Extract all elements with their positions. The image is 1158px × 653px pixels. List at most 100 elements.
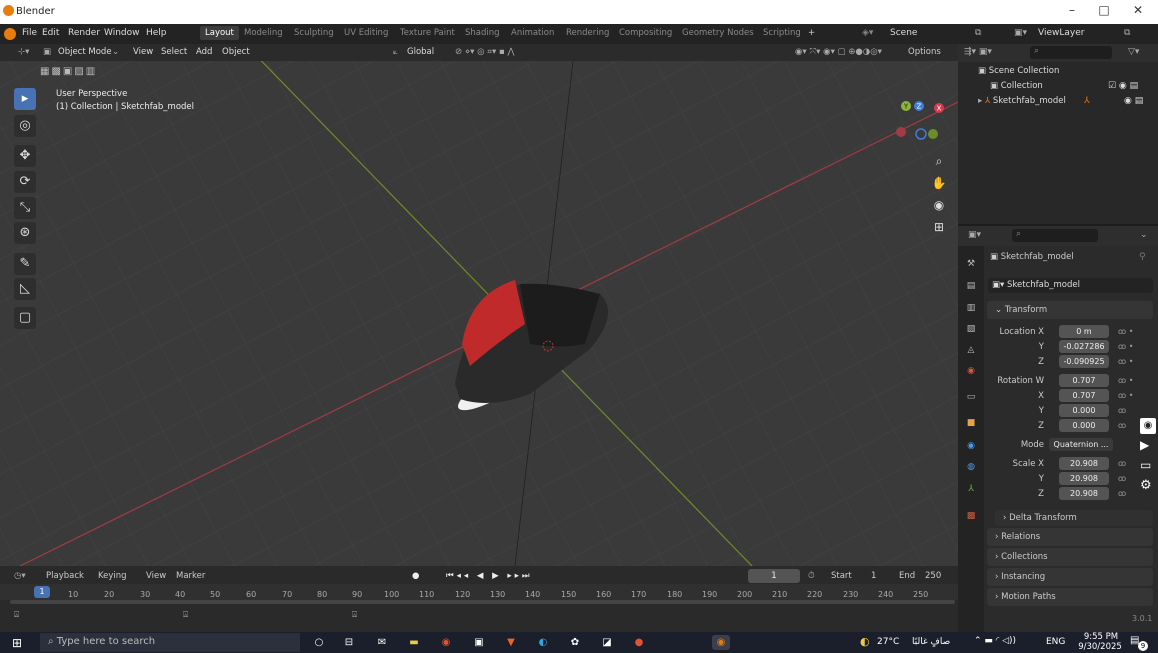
transform-section-header[interactable]: ⌄ Transform: [987, 301, 1153, 319]
tab-geometry-nodes[interactable]: Geometry Nodes: [682, 28, 754, 38]
menu-help[interactable]: Help: [146, 28, 167, 38]
menu-timeline-view[interactable]: View: [146, 571, 166, 581]
camera-icon[interactable]: ◉: [1140, 418, 1156, 434]
blender-menu-icon[interactable]: [4, 28, 16, 40]
zoom-icon[interactable]: ⌕: [929, 151, 949, 171]
language-indicator[interactable]: ENG: [1046, 637, 1065, 647]
rotation-y-field[interactable]: 0.000: [1059, 404, 1109, 417]
scene-name[interactable]: Scene: [890, 28, 917, 38]
tab-shading[interactable]: Shading: [465, 28, 500, 38]
collections-section[interactable]: › Collections: [987, 548, 1153, 566]
navigation-gizmo[interactable]: Y Z X: [892, 96, 952, 146]
menu-view[interactable]: View: [133, 47, 153, 57]
viewlayer-browse-icon[interactable]: ⧉: [1124, 28, 1130, 38]
lock-icon[interactable]: ꝏ •: [1118, 327, 1133, 336]
object-mode-dropdown[interactable]: Object Mode: [58, 47, 112, 57]
blender-taskbar-icon[interactable]: ◉: [712, 635, 730, 650]
lock-icon[interactable]: ꝏ: [1118, 406, 1126, 415]
tool-tab-icon[interactable]: ⚒: [963, 256, 979, 272]
lock-icon[interactable]: ꝏ: [1118, 459, 1126, 468]
camera-view-icon[interactable]: ◉: [929, 195, 949, 215]
lock-icon[interactable]: ꝏ •: [1118, 357, 1133, 366]
close-button[interactable]: ✕: [1123, 3, 1153, 21]
minimize-button[interactable]: –: [1057, 3, 1087, 21]
motion-paths-section[interactable]: › Motion Paths: [987, 588, 1153, 606]
lock-icon[interactable]: ꝏ •: [1118, 376, 1133, 385]
location-x-field[interactable]: 0 m: [1059, 325, 1109, 338]
instancing-section[interactable]: › Instancing: [987, 568, 1153, 586]
scale-x-field[interactable]: 20.908: [1059, 457, 1109, 470]
tab-sculpting[interactable]: Sculpting: [294, 28, 334, 38]
viewlayer-name[interactable]: ViewLayer: [1038, 28, 1084, 38]
menu-render[interactable]: Render: [68, 28, 100, 38]
clock-time[interactable]: 9:55 PM: [1076, 632, 1126, 642]
pan-hand-icon[interactable]: ✋: [929, 173, 949, 193]
output-tab-icon[interactable]: ▥: [963, 300, 979, 316]
scale-z-field[interactable]: 20.908: [1059, 487, 1109, 500]
outliner-search-input[interactable]: ⌕: [1030, 46, 1112, 59]
relations-section[interactable]: › Relations: [987, 528, 1153, 546]
object-visibility-icons[interactable]: ◉ ▤: [1124, 96, 1143, 106]
menu-marker[interactable]: Marker: [176, 571, 205, 581]
tab-scripting[interactable]: Scripting: [763, 28, 801, 38]
display-mode-icon[interactable]: ⇶▾ ▣▾: [964, 47, 992, 57]
editor-type-icon[interactable]: ⊹▾: [18, 47, 29, 57]
video-editor-icon[interactable]: ◪: [598, 635, 616, 650]
chevron-down-icon[interactable]: ⌄: [1140, 230, 1148, 240]
windows-start-icon[interactable]: ⊞: [12, 636, 22, 650]
mail-icon[interactable]: ✉: [373, 635, 391, 650]
filter-icon[interactable]: ▽▾: [1128, 47, 1139, 57]
texture-tab-icon[interactable]: ▩: [963, 508, 979, 524]
rotation-z-field[interactable]: 0.000: [1059, 419, 1109, 432]
playback-controls[interactable]: ⏮◂◂ ◀ ▶ ▸▸⏭: [446, 571, 533, 581]
edge-icon[interactable]: ◐: [534, 635, 552, 650]
menu-window[interactable]: Window: [104, 28, 140, 38]
location-z-field[interactable]: -0.090925: [1059, 355, 1109, 368]
scene-browse-icon[interactable]: ⧉: [975, 28, 981, 38]
collection-visibility-icons[interactable]: ☑ ◉ ▤: [1108, 81, 1138, 91]
options-dropdown[interactable]: Options: [908, 47, 941, 57]
tab-modeling[interactable]: Modeling: [244, 28, 283, 38]
rotation-mode-dropdown[interactable]: Quaternion ...: [1049, 438, 1113, 451]
maximize-button[interactable]: □: [1089, 3, 1119, 21]
task-view-icon[interactable]: ⊟: [340, 635, 358, 650]
orientation-dropdown[interactable]: Global: [407, 47, 434, 57]
outliner-collection[interactable]: ▣ Collection: [990, 81, 1043, 91]
rotation-w-field[interactable]: 0.707: [1059, 374, 1109, 387]
scale-tool[interactable]: ⤡: [14, 197, 36, 219]
powerpoint-icon[interactable]: ●: [630, 635, 648, 650]
selection-mode-icons[interactable]: ▦▩▣▨▥: [40, 66, 110, 78]
chrome-icon[interactable]: ◉: [437, 635, 455, 650]
cursor-tool[interactable]: ◎: [14, 115, 36, 137]
rotate-tool[interactable]: ⟳: [14, 171, 36, 193]
store-icon[interactable]: ▣: [470, 635, 488, 650]
perspective-toggle-icon[interactable]: ⊞: [929, 217, 949, 237]
file-explorer-icon[interactable]: ▬: [405, 635, 423, 650]
3d-viewport[interactable]: [0, 44, 958, 566]
move-tool[interactable]: ✥: [14, 145, 36, 167]
measure-tool[interactable]: ◺: [14, 278, 36, 300]
cortana-icon[interactable]: ○: [310, 635, 328, 650]
lock-icon[interactable]: ꝏ •: [1118, 391, 1133, 400]
gear-icon[interactable]: ⚙: [1140, 478, 1152, 493]
clock-date[interactable]: 9/30/2025: [1072, 642, 1128, 652]
tab-animation[interactable]: Animation: [511, 28, 554, 38]
pin-icon[interactable]: ⚲: [1139, 252, 1146, 262]
visibility-gizmo-icons[interactable]: ◉▾ ⤧▾ ◉▾ ▢ ⊕●◑◎▾: [795, 47, 882, 57]
menu-object[interactable]: Object: [222, 47, 250, 57]
lock-icon[interactable]: ꝏ: [1118, 474, 1126, 483]
menu-edit[interactable]: Edit: [42, 28, 59, 38]
menu-add[interactable]: Add: [196, 47, 212, 57]
lock-icon[interactable]: ꝏ •: [1118, 342, 1133, 351]
taskbar-search-box[interactable]: ⌕ Type here to search: [40, 633, 300, 652]
render-tab-icon[interactable]: ▤: [963, 278, 979, 294]
scale-y-field[interactable]: 20.908: [1059, 472, 1109, 485]
viewlayer-icon[interactable]: ▣▾: [1014, 28, 1027, 38]
system-tray-icons[interactable]: ⌃ ▬ ◜ ◁)): [974, 636, 1016, 646]
location-y-field[interactable]: -0.027286: [1059, 340, 1109, 353]
lock-icon[interactable]: ꝏ: [1118, 421, 1126, 430]
add-workspace-button[interactable]: +: [808, 28, 815, 38]
record-button[interactable]: ●: [412, 571, 419, 581]
weather-temp[interactable]: 27°C: [877, 637, 899, 647]
annotate-tool[interactable]: ✎: [14, 253, 36, 275]
